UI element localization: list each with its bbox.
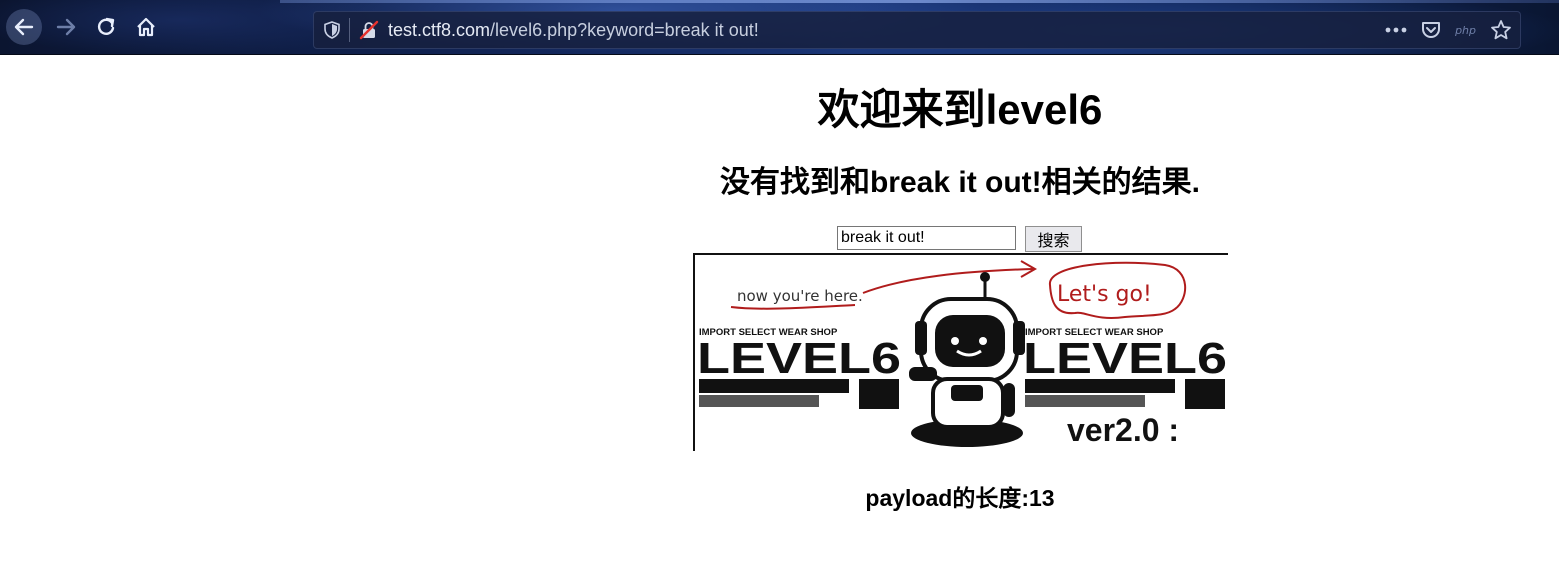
banner-level-right: LEVEL6: [1023, 334, 1227, 383]
star-icon: [1491, 20, 1511, 40]
banner-level-left: LEVEL6: [697, 334, 901, 383]
banner-annotation-right: Let's go!: [1057, 282, 1152, 307]
insecure-lock-icon[interactable]: [359, 20, 379, 40]
reload-button[interactable]: [88, 9, 124, 45]
underline-stroke: [730, 304, 856, 310]
search-button[interactable]: 搜索: [1025, 226, 1082, 252]
page-title: 欢迎来到level6: [817, 86, 1103, 133]
reload-icon: [97, 17, 115, 35]
home-button[interactable]: [128, 9, 164, 45]
back-button[interactable]: [6, 9, 42, 45]
level6-banner-image: now you're here. Let's go! IMPORT SELECT…: [693, 253, 1228, 451]
pocket-button[interactable]: [1421, 12, 1441, 48]
browser-toolbar: test.ctf8.com/level6.php?keyword=break i…: [0, 0, 1559, 55]
address-bar[interactable]: test.ctf8.com/level6.php?keyword=break i…: [313, 11, 1521, 49]
arrow-stroke: [862, 268, 1034, 294]
forward-arrow-icon: [56, 18, 76, 36]
url-separator: [349, 18, 350, 42]
pocket-icon: [1422, 22, 1441, 38]
page-content: 欢迎来到level6 没有找到和break it out!相关的结果. 搜索 n…: [0, 55, 1559, 564]
barcode-left: [699, 379, 899, 409]
shield-icon[interactable]: [322, 20, 342, 40]
bookmark-button[interactable]: [1490, 12, 1512, 48]
url-path: /level6.php?keyword=break it out!: [490, 20, 759, 40]
php-badge: php: [1455, 23, 1476, 37]
more-dots-icon: [1385, 27, 1407, 33]
banner-version: ver2.0 :: [1067, 412, 1179, 448]
toolbar-decoration: [280, 0, 1559, 3]
search-result-text: 没有找到和break it out!相关的结果.: [719, 166, 1200, 199]
payload-length-text: payload的长度:13: [865, 485, 1055, 511]
forward-button[interactable]: [48, 9, 84, 45]
home-icon: [137, 17, 155, 37]
back-arrow-icon: [14, 18, 34, 36]
url-host: test.ctf8.com: [388, 20, 491, 40]
barcode-right: [1025, 379, 1225, 409]
url-text[interactable]: test.ctf8.com/level6.php?keyword=break i…: [388, 12, 759, 48]
robot-illustration: [909, 272, 1025, 447]
address-bar-actions: php: [1385, 12, 1512, 48]
page-actions-button[interactable]: [1385, 12, 1407, 48]
keyword-input[interactable]: [837, 226, 1016, 250]
banner-annotation-left: now you're here.: [737, 287, 863, 305]
php-extension-button[interactable]: php: [1455, 12, 1476, 48]
